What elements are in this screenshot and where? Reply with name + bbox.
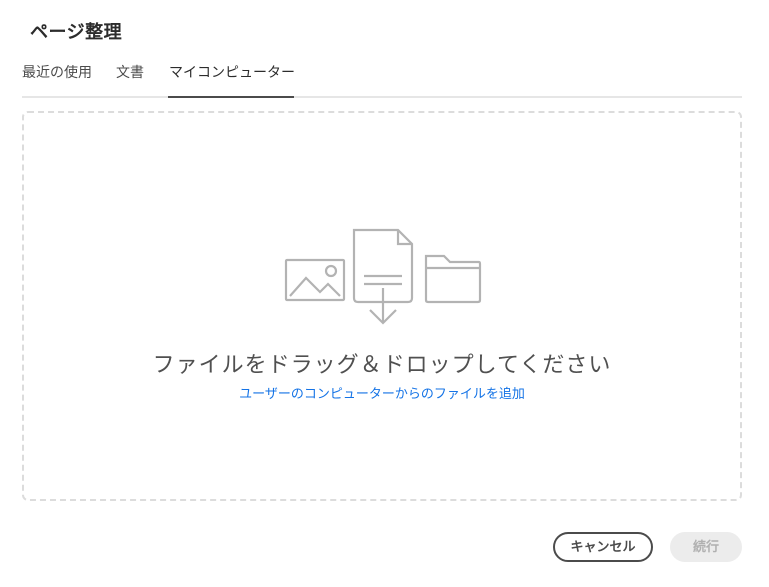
image-icon [284,258,346,302]
tab-recent[interactable]: 最近の使用 [22,62,92,82]
dialog-title: ページ整理 [30,22,123,43]
add-from-computer-link[interactable]: ユーザーのコンピューターからのファイルを追加 [24,383,740,402]
tab-documents[interactable]: 文書 [116,62,144,82]
drop-illustration [284,228,482,325]
continue-button[interactable]: 続行 [670,532,742,562]
document-download-icon [352,228,414,325]
file-dropzone[interactable]: ファイルをドラッグ＆ドロップしてください ユーザーのコンピューターからのファイル… [22,111,742,501]
folder-icon [424,254,482,304]
tab-my-computer[interactable]: マイコンピューター [169,62,295,82]
tab-bar: 最近の使用 文書 マイコンピューター [22,58,742,98]
drop-instruction: ファイルをドラッグ＆ドロップしてください [152,353,612,378]
cancel-button[interactable]: キャンセル [553,532,653,562]
active-tab-indicator [168,96,294,98]
